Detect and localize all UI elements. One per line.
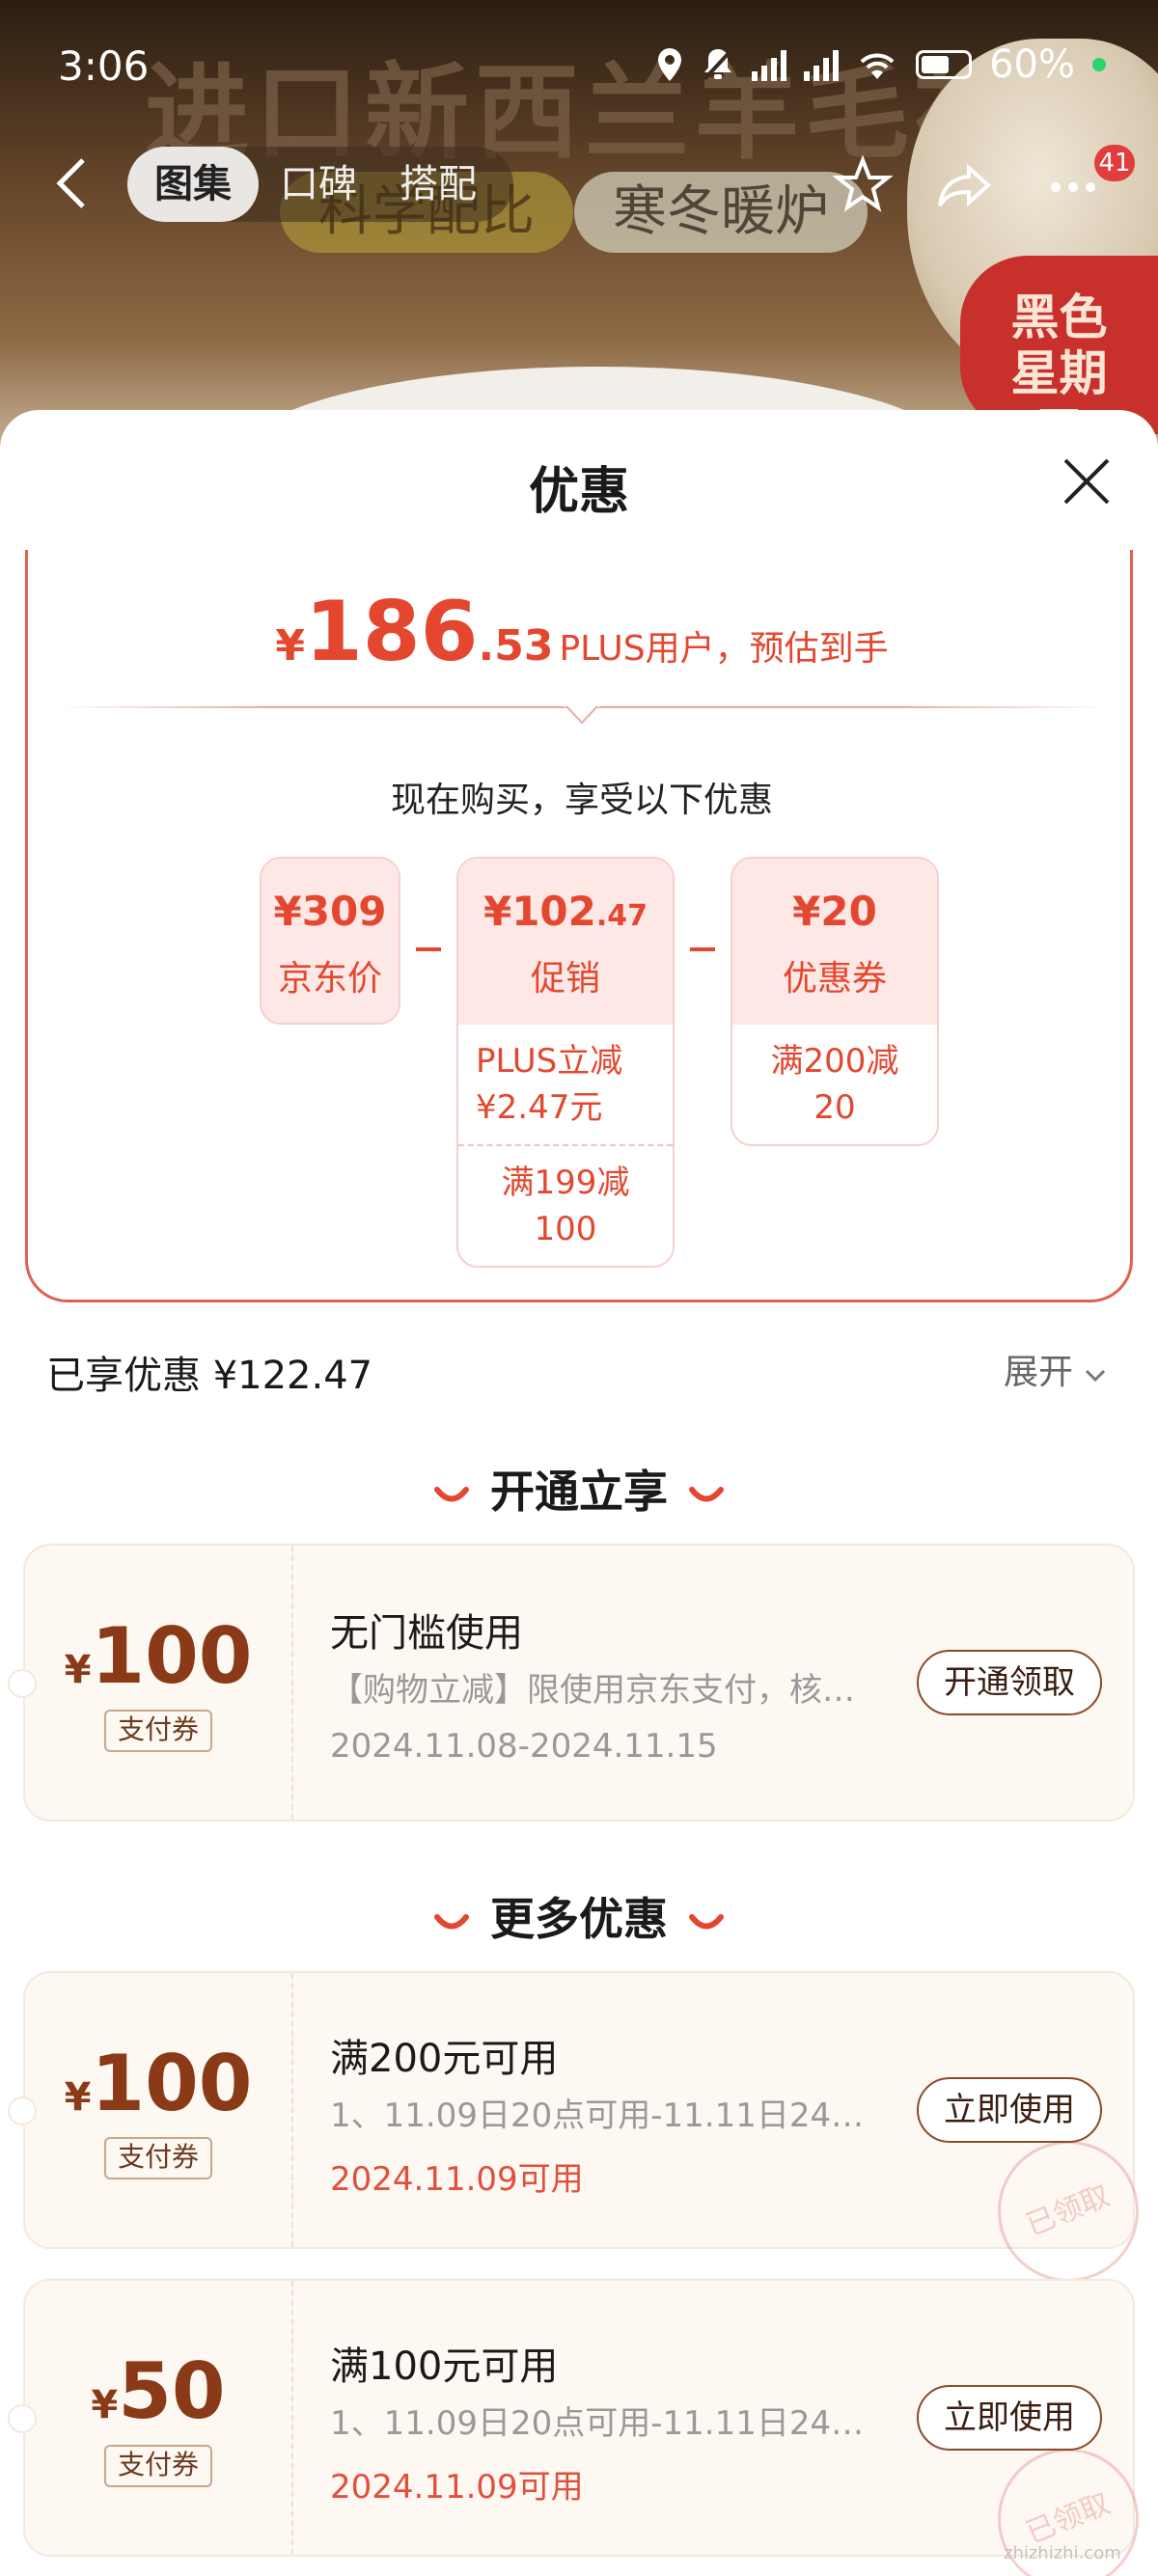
- wifi-icon: [860, 53, 895, 79]
- nav-tabs: 图集 口碑 搭配: [127, 147, 513, 222]
- status-icons: 60%: [655, 42, 1106, 87]
- coupon-type-tag: 支付券: [104, 2445, 212, 2487]
- coupon-title: 无门槛使用: [330, 1611, 523, 1656]
- coupon-amount-value: 50: [118, 2346, 226, 2436]
- tab-gallery[interactable]: 图集: [127, 147, 259, 222]
- coupon-amount-value: 100: [91, 1611, 253, 1701]
- coupon-value: ¥20: [792, 888, 877, 935]
- minus-sign: [690, 947, 715, 951]
- coupon-amount-value: 100: [91, 2039, 253, 2128]
- use-now-button[interactable]: 立即使用: [917, 2385, 1102, 2451]
- battery-level: 60%: [989, 42, 1075, 87]
- price-decimal: .53: [478, 621, 554, 671]
- battery-icon: [916, 50, 973, 79]
- coupon-title: 满100元可用: [330, 2344, 559, 2389]
- promotion-value: ¥102.47: [458, 859, 673, 935]
- estimated-price: ¥186.53 PLUS用户，预估到手: [28, 584, 1136, 680]
- full-reduction-text: 满199减100: [501, 1164, 630, 1248]
- expand-button[interactable]: 展开: [1004, 1344, 1107, 1394]
- plus-discount-text: PLUS立减 ¥2.47元: [476, 1042, 623, 1127]
- coupon-currency: ¥: [64, 2075, 92, 2120]
- section-title-open-now-text: 开通立享: [490, 1466, 668, 1518]
- status-time: 3:06: [58, 42, 150, 90]
- smile-deco-icon: [689, 1486, 724, 1501]
- mute-bell-icon: [703, 48, 733, 81]
- location-icon: [658, 48, 682, 81]
- jd-price-card: ¥309 京东价: [260, 857, 400, 1025]
- promotion-label: 促销: [530, 959, 600, 999]
- coupon-condition-text: 满200减20: [770, 1042, 899, 1127]
- coupon-type-tag: 支付券: [104, 2137, 212, 2179]
- price-currency: ¥: [275, 621, 305, 671]
- message-count-badge: 41: [1094, 145, 1135, 181]
- jd-price-label: 京东价: [277, 959, 382, 999]
- black-friday-badge: 黑色星期五: [960, 256, 1158, 453]
- star-icon[interactable]: [832, 154, 894, 216]
- coupon-validity: 2024.11.09可用: [330, 2160, 584, 2199]
- share-icon[interactable]: [934, 154, 996, 216]
- signal-icon-2: [804, 48, 840, 81]
- smile-deco-icon: [434, 1913, 469, 1929]
- activate-claim-button[interactable]: 开通领取: [917, 1650, 1102, 1715]
- banner-pill-warm: 寒冬暖炉: [574, 172, 868, 253]
- coupon-card: ¥20 优惠券 满200减20: [731, 857, 939, 1146]
- coupon-currency: ¥: [91, 2383, 119, 2427]
- claimed-stamp: 已领取: [976, 2119, 1158, 2304]
- minus-sign: [416, 947, 441, 951]
- coupon-validity: 2024.11.08-2024.11.15: [330, 1727, 718, 1766]
- watermark: zhizhizhi.com: [1004, 2543, 1121, 2563]
- smile-deco-icon: [434, 1486, 469, 1501]
- caret-down-icon: [565, 701, 599, 725]
- tab-matching[interactable]: 搭配: [378, 147, 498, 222]
- coupon-description: 【购物立减】限使用京东支付，核…: [330, 1671, 855, 1710]
- coupon-title: 满200元可用: [330, 2037, 559, 2081]
- coupon-amount: ¥100: [25, 2039, 291, 2128]
- smile-deco-icon: [689, 1913, 724, 1929]
- coupon-label: 优惠券: [782, 959, 887, 999]
- chevron-down-icon: [1086, 1369, 1106, 1383]
- buy-now-label: 现在购买，享受以下优惠: [390, 781, 773, 820]
- section-title-more: 更多优惠: [0, 1884, 1158, 1948]
- coupon-amount: ¥50: [25, 2346, 291, 2436]
- coupon-item[interactable]: ¥50 支付券 满100元可用 1、11.09日20点可用-11.11日24点……: [8, 2279, 1158, 2576]
- expand-label: 展开: [1004, 1353, 1074, 1392]
- section-title-open-now: 开通立享: [0, 1457, 1158, 1521]
- discount-sheet: 优惠 ¥186.53 PLUS用户，预估到手 现在购买，享受以下优惠 ¥309 京…: [0, 410, 1158, 2576]
- use-now-button[interactable]: 立即使用: [917, 2077, 1102, 2143]
- status-bar: 3:06 60%: [0, 0, 1158, 135]
- signal-icon-1: [752, 48, 787, 81]
- tab-reviews[interactable]: 口碑: [259, 147, 378, 222]
- coupon-currency: ¥: [64, 1648, 92, 1692]
- coupon-description: 1、11.09日20点可用-11.11日24点…: [330, 2404, 890, 2443]
- coupon-type-tag: 支付券: [104, 1710, 212, 1752]
- coupon-item[interactable]: ¥100 支付券 满200元可用 1、11.09日20点可用-11.11日24点…: [8, 1971, 1158, 2304]
- section-title-more-text: 更多优惠: [490, 1893, 668, 1945]
- promotion-card: ¥102.47 促销 PLUS立减 ¥2.47元 满199减100: [456, 857, 675, 1268]
- jd-price-value: ¥309: [273, 888, 387, 935]
- coupon-validity: 2024.11.09可用: [330, 2468, 584, 2507]
- back-arrow-icon[interactable]: [50, 154, 93, 212]
- coupon-description: 1、11.09日20点可用-11.11日24点…: [330, 2096, 890, 2135]
- close-icon[interactable]: [1058, 452, 1116, 510]
- sheet-title: 优惠: [528, 463, 629, 521]
- battery-dot-icon: [1092, 58, 1106, 71]
- enjoyed-discount-total: 已享优惠 ¥122.47: [46, 1354, 373, 1398]
- price-suffix: PLUS用户，预估到手: [559, 629, 889, 669]
- price-integer: 186: [304, 584, 479, 680]
- coupon-item[interactable]: ¥100 支付券 无门槛使用 【购物立减】限使用京东支付，核… 2024.11.…: [8, 1544, 1135, 1822]
- price-summary-card: ¥186.53 PLUS用户，预估到手 现在购买，享受以下优惠 ¥309 京东价 …: [25, 550, 1133, 1302]
- coupon-amount: ¥100: [25, 1611, 291, 1701]
- promotion-value-decimal: .47: [595, 899, 648, 933]
- promotion-value-main: ¥102: [482, 888, 596, 935]
